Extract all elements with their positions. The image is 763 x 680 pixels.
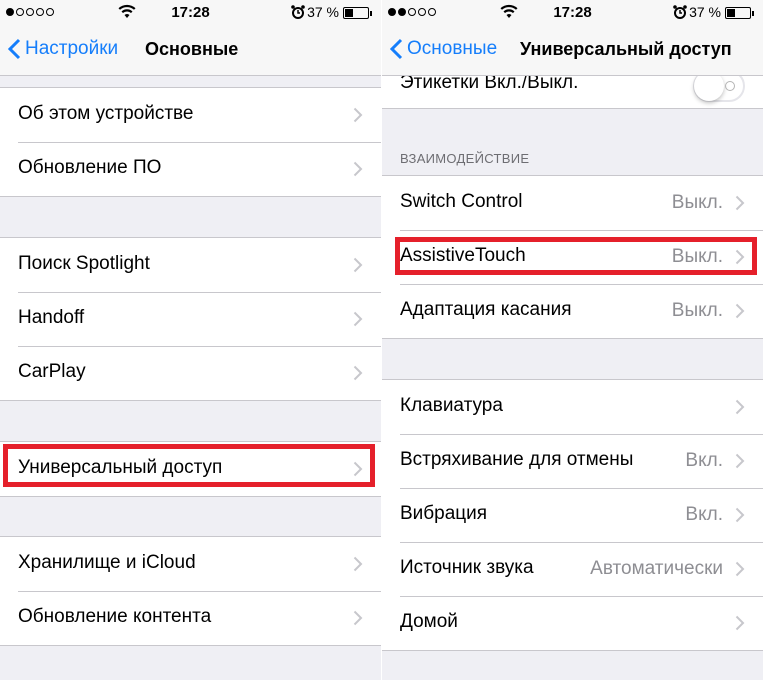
list-item-value: Выкл. <box>671 192 723 213</box>
list-item-label: Вибрация <box>400 503 488 524</box>
chevron-right-icon <box>353 161 363 177</box>
list-item-value: Автоматически <box>590 558 723 579</box>
alarm-icon <box>673 5 687 19</box>
list-item-switch-control[interactable]: Switch Control Выкл. <box>382 176 763 230</box>
list-item-audio-routing[interactable]: Источник звука Автоматически <box>382 542 763 596</box>
list-item-label: Домой <box>400 611 458 632</box>
list-item-label: Switch Control <box>400 191 523 212</box>
chevron-right-icon <box>735 399 745 415</box>
list-item-carplay[interactable]: CarPlay <box>0 346 381 400</box>
list-item-storage-icloud[interactable]: Хранилище и iCloud <box>0 537 381 591</box>
chevron-right-icon <box>353 107 363 123</box>
list-item-background-refresh[interactable]: Обновление контента <box>0 591 381 645</box>
list-item-label: Клавиатура <box>400 395 503 416</box>
battery-icon <box>343 7 372 19</box>
chevron-left-icon <box>390 38 403 60</box>
list-item-label: Обновление контента <box>18 606 212 627</box>
back-button[interactable]: Настройки <box>8 38 118 60</box>
list-item-vibration[interactable]: Вибрация Вкл. <box>382 488 763 542</box>
list-item-handoff[interactable]: Handoff <box>0 292 381 346</box>
list-item-about[interactable]: Об этом устройстве <box>0 88 381 142</box>
back-button-label: Настройки <box>25 38 119 59</box>
list-item-value: Выкл. <box>671 300 723 321</box>
highlight-box <box>3 444 375 487</box>
back-button-label: Основные <box>407 38 498 59</box>
list-item-spotlight[interactable]: Поиск Spotlight <box>0 238 381 292</box>
battery-percentage: 37 % <box>307 4 339 20</box>
chevron-right-icon <box>353 311 363 327</box>
list-item-label: Источник звука <box>400 557 534 578</box>
list-item-value: Вкл. <box>685 504 723 525</box>
navigation-bar: Основные Универсальный доступ <box>382 26 763 76</box>
general-settings-screen: 17:28 37 % Настройки Основные Об этом ус… <box>0 0 381 680</box>
chevron-right-icon <box>353 257 363 273</box>
highlight-box <box>395 237 757 275</box>
accessibility-settings-screen: Этикетки Вкл./Выкл. 17:28 37 % Основные … <box>382 0 763 680</box>
list-item-label: Хранилище и iCloud <box>18 552 196 573</box>
list-item-label: Адаптация касания <box>400 299 572 320</box>
list-item-label: Обновление ПО <box>18 157 162 178</box>
settings-group: Об этом устройстве Обновление ПО <box>0 87 381 197</box>
list-item-shake-to-undo[interactable]: Встряхивание для отмены Вкл. <box>382 434 763 488</box>
list-item-software-update[interactable]: Обновление ПО <box>0 142 381 196</box>
chevron-left-icon <box>8 38 21 60</box>
chevron-right-icon <box>353 556 363 572</box>
alarm-icon <box>291 5 305 19</box>
list-item-keyboard[interactable]: Клавиатура <box>382 380 763 434</box>
settings-group: Поиск Spotlight Handoff CarPlay <box>0 237 381 401</box>
page-title: Основные <box>145 39 239 59</box>
list-item-value: Вкл. <box>685 450 723 471</box>
list-item-home-button[interactable]: Домой <box>382 596 763 650</box>
back-button[interactable]: Основные <box>390 38 497 60</box>
list-item-touch-accommodations[interactable]: Адаптация касания Выкл. <box>382 284 763 338</box>
battery-percentage: 37 % <box>689 4 721 20</box>
list-item-label: CarPlay <box>18 361 86 382</box>
list-item-label: Поиск Spotlight <box>18 253 150 274</box>
settings-group: Хранилище и iCloud Обновление контента <box>0 536 381 646</box>
chevron-right-icon <box>353 610 363 626</box>
chevron-right-icon <box>353 365 363 381</box>
settings-group-more: Клавиатура Встряхивание для отмены Вкл. В… <box>382 379 763 651</box>
chevron-right-icon <box>735 507 745 523</box>
page-title: Универсальный доступ <box>520 39 732 59</box>
chevron-right-icon <box>735 615 745 631</box>
chevron-right-icon <box>735 561 745 577</box>
navigation-bar: Настройки Основные <box>0 26 381 76</box>
section-header: ВЗАИМОДЕЙСТВИЕ <box>400 151 530 166</box>
battery-icon <box>725 7 754 19</box>
list-item-label: Встряхивание для отмены <box>400 449 634 470</box>
chevron-right-icon <box>735 195 745 211</box>
status-bar: 17:28 37 % <box>0 0 381 26</box>
list-item-label: Об этом устройстве <box>18 103 194 124</box>
status-bar: 17:28 37 % <box>382 0 763 26</box>
list-item-label: Handoff <box>18 307 85 328</box>
chevron-right-icon <box>735 303 745 319</box>
screenshot-composite: 17:28 37 % Настройки Основные Об этом ус… <box>0 0 763 680</box>
chevron-right-icon <box>735 453 745 469</box>
